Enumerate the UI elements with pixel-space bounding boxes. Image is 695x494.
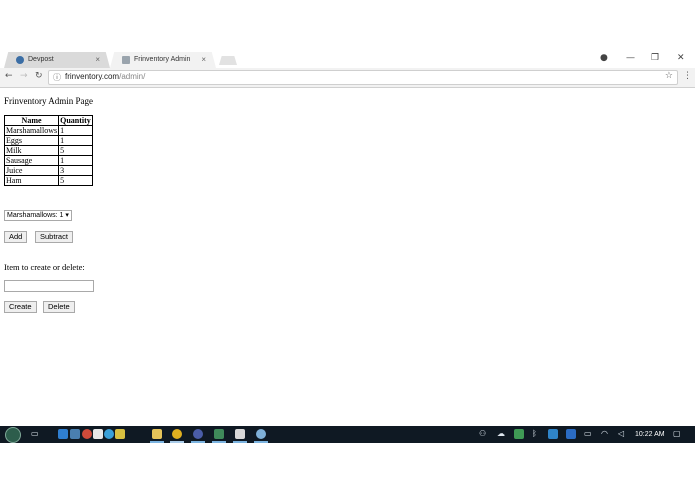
forward-icon[interactable]: → (20, 71, 28, 81)
item-name: Eggs (3, 135, 60, 146)
quicklaunch-app-icon[interactable] (93, 429, 103, 439)
page-title: Frinventory Admin Page (4, 96, 93, 106)
table-row: Ham 5 (3, 175, 93, 186)
app-icon[interactable] (235, 429, 245, 439)
browser-menu-icon[interactable]: ⋮ (683, 71, 692, 81)
tray-app-icon[interactable] (514, 429, 524, 439)
delete-button[interactable]: Delete (43, 301, 75, 313)
profile-icon[interactable]: ● (600, 53, 608, 63)
cloud-icon[interactable]: ☁ (497, 429, 505, 438)
item-quantity: 1 (58, 135, 93, 146)
column-header-quantity: Quantity (58, 115, 93, 126)
address-bar[interactable]: ⓘ frinventory.com/admin/ ☆ (48, 70, 678, 85)
tab-close-icon[interactable]: × (95, 55, 100, 64)
item-quantity: 1 (58, 125, 93, 136)
item-quantity: 5 (58, 145, 93, 156)
page-content: Frinventory Admin Page Name Quantity Mar… (0, 88, 695, 426)
table-row: Sausage 1 (3, 155, 93, 166)
info-icon[interactable]: ⓘ (53, 72, 61, 83)
tab-devpost[interactable]: Devpost × (4, 52, 110, 68)
action-center-icon[interactable]: ▢ (673, 429, 681, 438)
chevron-down-icon: ▾ (65, 212, 69, 219)
quicklaunch-app-icon[interactable] (70, 429, 80, 439)
reload-icon[interactable]: ↻ (35, 71, 43, 81)
start-button-icon[interactable] (5, 427, 21, 443)
quicklaunch-app-icon[interactable] (104, 429, 114, 439)
subtract-button[interactable]: Subtract (35, 231, 73, 243)
item-quantity: 1 (58, 155, 93, 166)
battery-icon[interactable]: ▭ (584, 429, 592, 438)
url-text: frinventory.com/admin/ (65, 72, 145, 81)
quicklaunch-app-icon[interactable] (115, 429, 125, 439)
restore-icon[interactable]: ❐ (651, 53, 659, 63)
item-select[interactable]: Marshamallows: 1 ▾ (4, 210, 72, 221)
item-name-input[interactable] (4, 280, 94, 292)
bookmark-star-icon[interactable]: ☆ (665, 71, 673, 81)
item-name: Ham (3, 175, 60, 186)
app-icon[interactable] (214, 429, 224, 439)
quicklaunch-app-icon[interactable] (58, 429, 68, 439)
table-row: Milk 5 (3, 145, 93, 156)
tray-app-icon[interactable] (548, 429, 558, 439)
file-explorer-icon[interactable] (152, 429, 162, 439)
add-button[interactable]: Add (4, 231, 28, 243)
screen-margin (0, 443, 695, 494)
tab-frinventory-admin[interactable]: Frinventory Admin × (110, 52, 216, 68)
people-icon[interactable]: ⚇ (479, 429, 486, 438)
minimize-icon[interactable]: — (626, 53, 635, 63)
app-icon[interactable] (256, 429, 266, 439)
item-quantity: 5 (58, 175, 93, 186)
create-button[interactable]: Create (4, 301, 37, 313)
page-favicon-icon (122, 56, 130, 64)
app-icon[interactable] (193, 429, 203, 439)
table-row: Eggs 1 (3, 135, 93, 146)
tab-label: Devpost (28, 56, 54, 63)
column-header-name: Name (3, 115, 60, 126)
table-row: Juice 3 (3, 165, 93, 176)
table-header-row: Name Quantity (3, 115, 93, 126)
devpost-favicon-icon (16, 56, 24, 64)
taskbar-clock[interactable]: 10:22 AM (635, 431, 665, 438)
inventory-table: Name Quantity Marshamallows 1 Eggs 1 Milk 5… (3, 115, 93, 186)
item-name: Sausage (3, 155, 60, 166)
wifi-icon[interactable]: ◠ (601, 429, 608, 438)
new-tab-button[interactable] (219, 56, 237, 65)
tab-label: Frinventory Admin (134, 56, 191, 63)
url-host: frinventory.com (65, 72, 120, 81)
table-row: Marshamallows 1 (3, 125, 93, 136)
tab-close-icon[interactable]: × (201, 55, 206, 64)
task-view-icon[interactable]: ▭ (31, 429, 39, 438)
item-name: Juice (3, 165, 60, 176)
window-close-icon[interactable]: ✕ (677, 53, 685, 63)
item-name: Milk (3, 145, 60, 156)
chrome-icon[interactable] (172, 429, 182, 439)
volume-icon[interactable]: ◁ (618, 429, 624, 438)
url-path: /admin/ (119, 72, 146, 81)
quicklaunch-app-icon[interactable] (82, 429, 92, 439)
tray-app-icon[interactable] (566, 429, 576, 439)
item-name: Marshamallows (3, 125, 60, 136)
item-quantity: 3 (58, 165, 93, 176)
bluetooth-icon[interactable]: ᛒ (532, 429, 537, 438)
create-delete-prompt: Item to create or delete: (4, 262, 85, 272)
item-select-value: Marshamallows: 1 (7, 212, 64, 219)
back-icon[interactable]: ← (5, 71, 13, 81)
